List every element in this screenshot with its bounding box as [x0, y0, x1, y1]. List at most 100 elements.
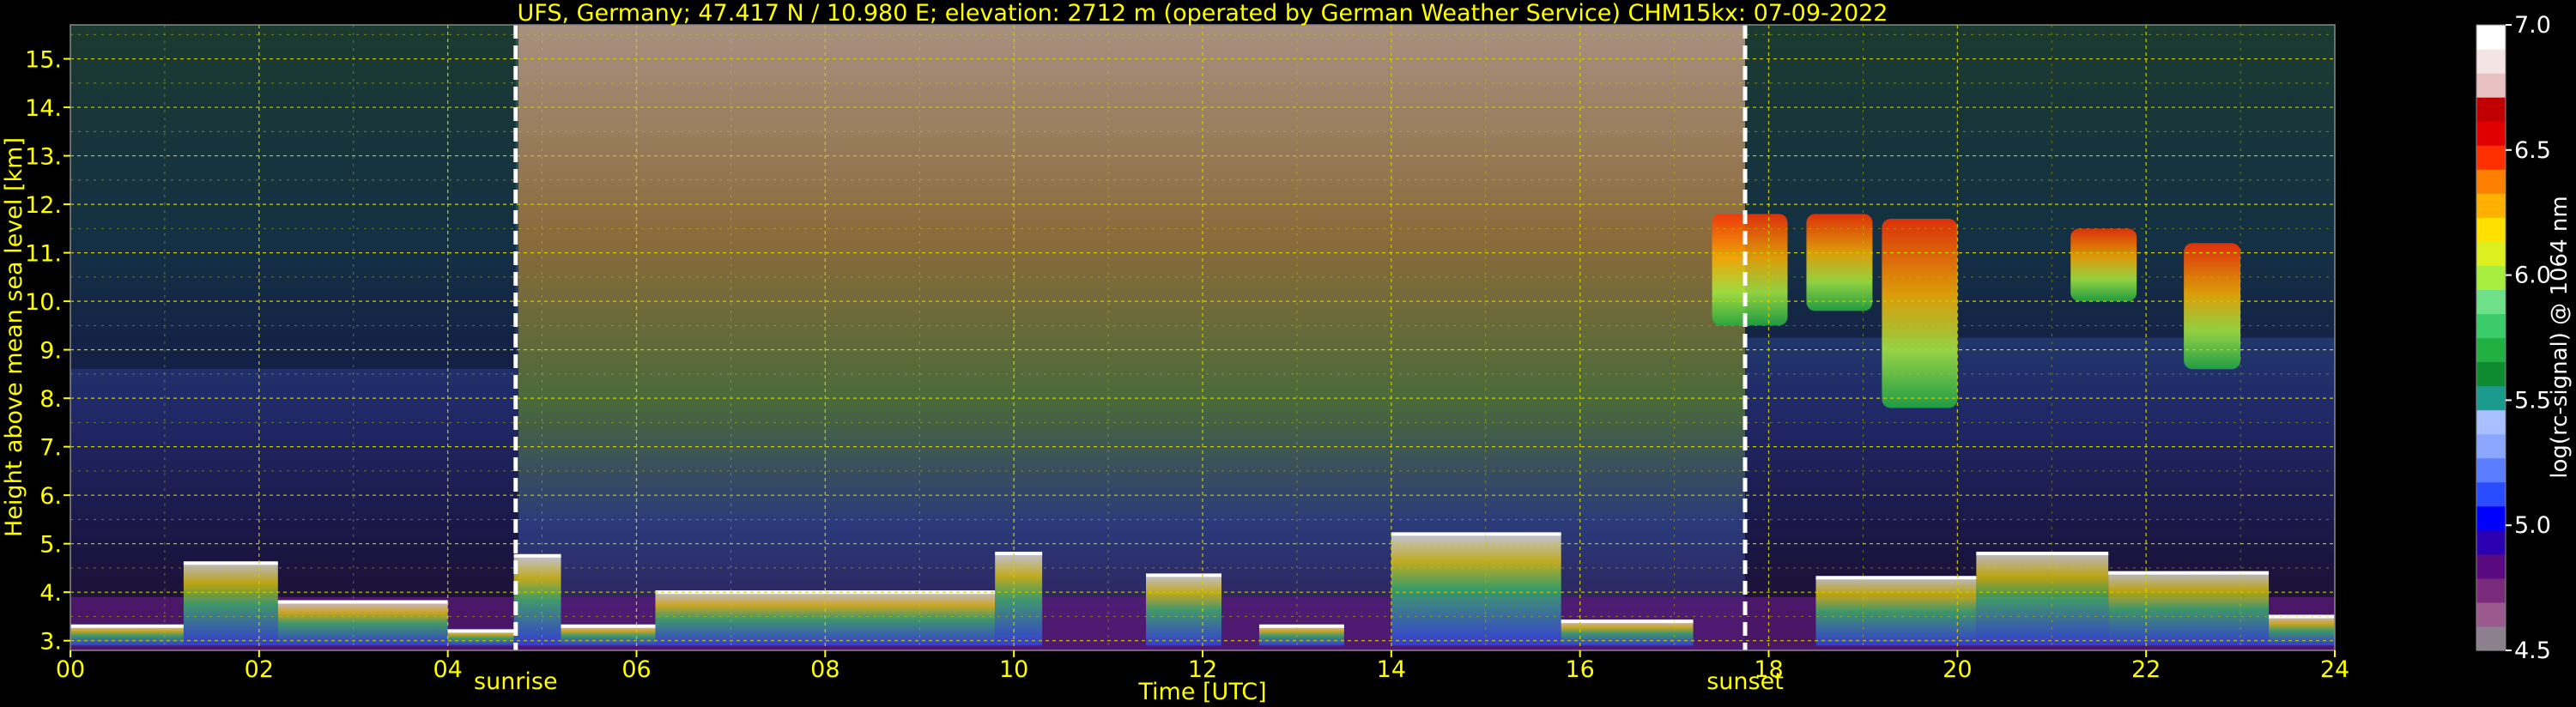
colorbar-swatch — [2476, 145, 2506, 170]
backscatter-column — [1108, 25, 1133, 650]
backscatter-column — [636, 25, 661, 650]
colorbar-swatch — [2476, 289, 2506, 315]
cloud-layer — [277, 601, 448, 646]
x-tick-label: 22 — [2131, 656, 2161, 683]
backscatter-column — [1627, 25, 1652, 650]
y-tick-label: 9. — [39, 338, 62, 365]
colorbar-swatch — [2476, 625, 2506, 651]
backscatter-column — [895, 25, 921, 650]
y-tick-label: 10. — [25, 289, 62, 316]
backscatter-column — [1155, 25, 1180, 650]
cloud-layer — [183, 563, 278, 646]
y-axis-label: Height above mean sea level [km] — [1, 137, 27, 537]
backscatter-column — [1603, 25, 1628, 650]
colorbar-tick-label: 7.0 — [2514, 12, 2551, 39]
x-tick-label: 06 — [621, 656, 651, 683]
x-tick-label: 20 — [1943, 656, 1972, 683]
backscatter-column — [1698, 25, 1723, 650]
cirrus-cloud — [1712, 214, 1788, 326]
cloud-layer — [995, 553, 1043, 646]
ceilometer-chart: sunrise sunset 00 02 04 06 08 10 12 14 16 18 20 22 24… — [1, 0, 2573, 705]
colorbar-swatch — [2476, 193, 2506, 218]
colorbar-swatch — [2476, 433, 2506, 459]
cirrus-cloud — [2070, 228, 2137, 302]
colorbar-swatch — [2476, 121, 2506, 146]
colorbar-tick-label: 4.5 — [2514, 638, 2551, 664]
y-tick-label: 13. — [25, 144, 62, 171]
colorbar-swatch — [2476, 73, 2506, 98]
colorbar-swatch — [2476, 361, 2506, 387]
cloud-layer — [2108, 572, 2270, 646]
sun-marker-label: sunrise — [474, 668, 558, 695]
night-shade — [70, 25, 516, 369]
cloud-layer — [513, 555, 561, 646]
colorbar-swatch — [2476, 457, 2506, 483]
y-axis: 3. 4. 5. 6. 7. 8. 9. 10. 11. 12. 13. 14. 15. — [25, 47, 70, 656]
backscatter-column — [754, 25, 779, 650]
backscatter-column — [1674, 25, 1700, 650]
backscatter-column — [1061, 25, 1086, 650]
colorbar-swatch — [2476, 97, 2506, 122]
colorbar-swatch — [2476, 481, 2506, 507]
backscatter-column — [1320, 25, 1345, 650]
colorbar-swatch — [2476, 217, 2506, 242]
colorbar-tick-label: 6.0 — [2514, 263, 2551, 289]
colorbar-swatch — [2476, 601, 2506, 627]
chart-title: UFS, Germany; 47.417 N / 10.980 E; eleva… — [518, 0, 1888, 27]
x-tick-label: 10 — [999, 656, 1028, 683]
x-tick-label: 14 — [1377, 656, 1406, 683]
colorbar: 4.5 5.0 5.5 6.0 6.5 7.0 — [2476, 12, 2551, 664]
cloud-layer — [1976, 553, 2109, 646]
y-tick-label: 5. — [39, 532, 62, 559]
cloud-layer — [561, 625, 656, 646]
backscatter-column — [730, 25, 755, 650]
backscatter-column — [1273, 25, 1298, 650]
backscatter-column — [1084, 25, 1110, 650]
backscatter-column — [848, 25, 874, 650]
cirrus-cloud — [1882, 219, 1958, 408]
y-tick-label: 3. — [39, 629, 62, 656]
colorbar-tick-label: 5.0 — [2514, 512, 2551, 539]
backscatter-column — [967, 25, 991, 650]
colorbar-swatch — [2476, 577, 2506, 603]
x-tick-label: 02 — [245, 656, 274, 683]
backscatter-column — [566, 25, 591, 650]
backscatter-column — [872, 25, 897, 650]
colorbar-swatch — [2476, 385, 2506, 411]
backscatter-column — [1367, 25, 1392, 650]
x-tick-label: 18 — [1754, 656, 1783, 683]
backscatter-column — [706, 25, 732, 650]
cloud-layer — [70, 625, 184, 646]
backscatter-column — [919, 25, 944, 650]
colorbar-swatch — [2476, 25, 2506, 50]
colorbar-tick-label: 5.5 — [2514, 387, 2551, 414]
cloud-layer — [1146, 575, 1221, 646]
cloud-layer — [1561, 621, 1694, 646]
backscatter-column — [801, 25, 827, 650]
backscatter-column — [613, 25, 638, 650]
y-tick-label: 4. — [39, 580, 62, 607]
backscatter-column — [825, 25, 850, 650]
cloud-layer — [1815, 577, 1977, 646]
y-tick-label: 6. — [39, 483, 62, 510]
backscatter-column — [1203, 25, 1227, 650]
backscatter-column — [1579, 25, 1605, 650]
backscatter-column — [1343, 25, 1369, 650]
y-tick-label: 15. — [25, 47, 62, 74]
backscatter-column — [1249, 25, 1275, 650]
backscatter-column — [1226, 25, 1251, 650]
colorbar-swatch — [2476, 169, 2506, 194]
backscatter-column — [589, 25, 615, 650]
x-tick-label: 24 — [2320, 656, 2349, 683]
colorbar-tick-label: 6.5 — [2514, 137, 2551, 164]
backscatter-column — [1296, 25, 1322, 650]
colorbar-swatch — [2476, 49, 2506, 74]
y-tick-label: 14. — [25, 95, 62, 122]
backscatter-column — [1651, 25, 1676, 650]
backscatter-column — [778, 25, 803, 650]
x-tick-label: 08 — [810, 656, 839, 683]
colorbar-swatch — [2476, 529, 2506, 555]
colorbar-swatch — [2476, 313, 2506, 339]
x-tick-label: 00 — [56, 656, 85, 683]
x-axis-label: Time [UTC] — [1137, 679, 1266, 705]
